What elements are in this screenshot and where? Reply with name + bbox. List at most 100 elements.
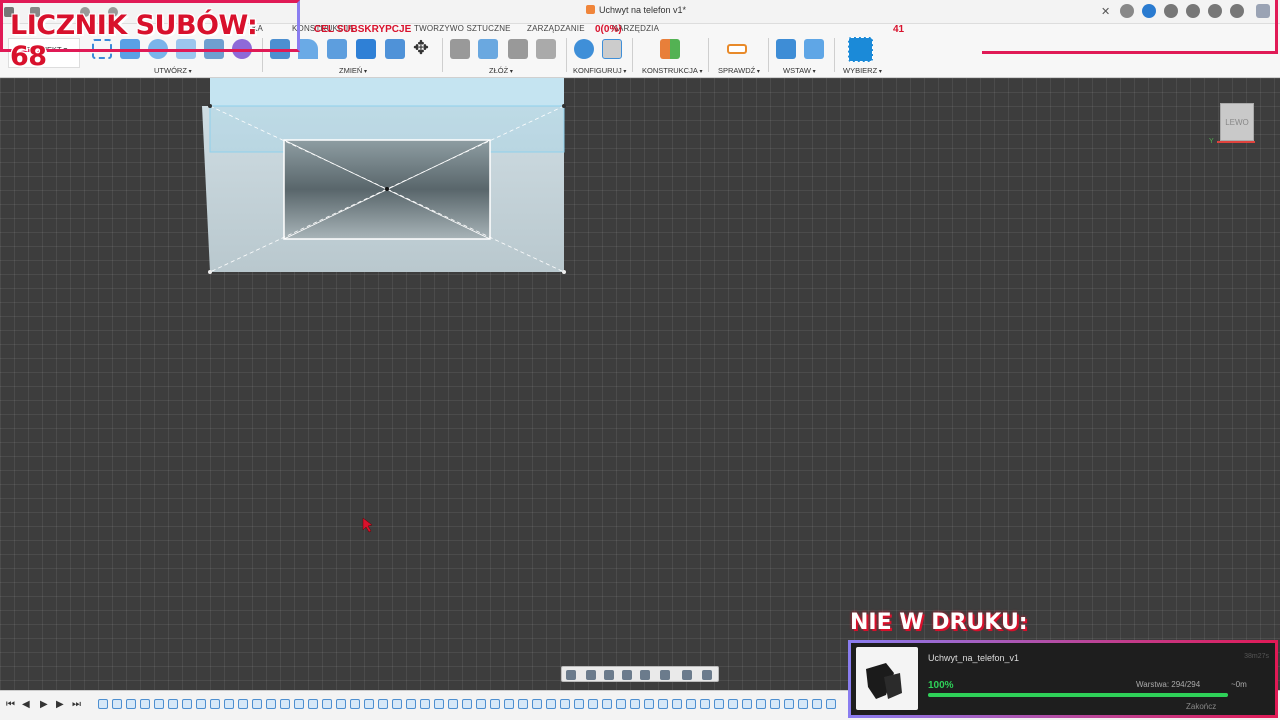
timeline-feature-icon[interactable] (644, 699, 654, 709)
timeline-feature-icon[interactable] (98, 699, 108, 709)
play-icon[interactable]: ▶ (40, 699, 48, 710)
timeline-feature-icon[interactable] (546, 699, 556, 709)
group-konstrukcja[interactable]: KONSTRUKCJA (642, 66, 703, 75)
timeline-feature-icon[interactable] (476, 699, 486, 709)
timeline-feature-icon[interactable] (686, 699, 696, 709)
timeline-feature-icon[interactable] (336, 699, 346, 709)
timeline-feature-icon[interactable] (308, 699, 318, 709)
group-zmien[interactable]: ZMIEŃ (339, 66, 367, 75)
measure-icon[interactable] (727, 44, 747, 54)
timeline-feature-icon[interactable] (420, 699, 430, 709)
divider (768, 38, 769, 72)
timeline-feature-icon[interactable] (140, 699, 150, 709)
group-wybierz[interactable]: WYBIERZ (843, 66, 882, 75)
timeline-feature-icon[interactable] (798, 699, 808, 709)
timeline-feature-icon[interactable] (616, 699, 626, 709)
fillet-icon[interactable] (298, 39, 318, 59)
timeline-feature-icon[interactable] (154, 699, 164, 709)
timeline-feature-icon[interactable] (560, 699, 570, 709)
viewcube[interactable]: LEWO (1220, 103, 1254, 141)
configuration-table-icon[interactable] (602, 39, 622, 59)
group-zloz[interactable]: ZŁÓŻ (489, 66, 513, 75)
look-at-icon[interactable] (586, 670, 596, 680)
insert-derive-icon[interactable] (776, 39, 796, 59)
timeline-feature-icon[interactable] (182, 699, 192, 709)
offset-plane-icon[interactable] (660, 39, 680, 59)
step-back-icon[interactable]: ◀ (22, 699, 30, 710)
timeline-feature-icon[interactable] (700, 699, 710, 709)
move-icon[interactable]: ✥ (413, 39, 429, 59)
go-to-start-icon[interactable]: ⏮ (6, 699, 15, 710)
timeline-feature-icon[interactable] (672, 699, 682, 709)
timeline-feature-icon[interactable] (126, 699, 136, 709)
timeline-feature-icon[interactable] (210, 699, 220, 709)
timeline-feature-icon[interactable] (630, 699, 640, 709)
timeline-feature-icon[interactable] (742, 699, 752, 709)
timeline-feature-icon[interactable] (392, 699, 402, 709)
bill-of-materials-icon[interactable] (536, 39, 556, 59)
timeline-feature-icon[interactable] (364, 699, 374, 709)
joint-icon[interactable] (450, 39, 470, 59)
timeline-feature-icon[interactable] (196, 699, 206, 709)
timeline-feature-icon[interactable] (448, 699, 458, 709)
fit-icon[interactable] (640, 670, 650, 680)
timeline-feature-icon[interactable] (602, 699, 612, 709)
select-icon[interactable] (848, 37, 873, 62)
timeline-feature-icon[interactable] (252, 699, 262, 709)
display-settings-icon[interactable] (660, 670, 670, 680)
timeline-feature-icon[interactable] (518, 699, 528, 709)
timeline-feature-icon[interactable] (434, 699, 444, 709)
divider (632, 38, 633, 72)
timeline-feature-icon[interactable] (462, 699, 472, 709)
timeline-feature-icon[interactable] (812, 699, 822, 709)
group-sprawdz[interactable]: SPRAWDŹ (718, 66, 760, 75)
print-progress-fill (928, 693, 1228, 697)
timeline-feature-icon[interactable] (378, 699, 388, 709)
timeline-feature-icon[interactable] (238, 699, 248, 709)
timeline-feature-icon[interactable] (770, 699, 780, 709)
timeline-feature-icon[interactable] (224, 699, 234, 709)
go-to-end-icon[interactable]: ⏭ (72, 699, 81, 710)
shell-icon[interactable] (327, 39, 347, 59)
combine-icon[interactable] (356, 39, 376, 59)
timeline-feature-icon[interactable] (322, 699, 332, 709)
timeline-feature-icon[interactable] (350, 699, 360, 709)
timeline-feature-icon[interactable] (280, 699, 290, 709)
tab-zarzadzanie[interactable]: ZARZĄDZANIE (527, 24, 585, 33)
timeline-feature-icon[interactable] (826, 699, 836, 709)
timeline-feature-icon[interactable] (756, 699, 766, 709)
timeline-feature-icon[interactable] (588, 699, 598, 709)
timeline-feature-icon[interactable] (784, 699, 794, 709)
tab-tworzywo-sztuczne[interactable]: TWORZYWO SZTUCZNE (414, 24, 511, 33)
as-built-joint-icon[interactable] (508, 39, 528, 59)
timeline-feature-icon[interactable] (532, 699, 542, 709)
timeline-feature-icon[interactable] (168, 699, 178, 709)
group-utworz[interactable]: UTWÓRZ (154, 66, 192, 75)
split-face-icon[interactable] (385, 39, 405, 59)
timeline-feature-icon[interactable] (658, 699, 668, 709)
timeline-feature-icon[interactable] (266, 699, 276, 709)
grid-settings-icon[interactable] (682, 670, 692, 680)
sketch-point (208, 270, 212, 274)
configure-icon[interactable] (574, 39, 594, 59)
divider (834, 38, 835, 72)
timeline-feature-icon[interactable] (504, 699, 514, 709)
timeline-feature-icon[interactable] (714, 699, 724, 709)
timeline-feature-icon[interactable] (728, 699, 738, 709)
viewport-canvas[interactable] (0, 78, 1280, 690)
orbit-icon[interactable] (566, 670, 576, 680)
group-wstaw[interactable]: WSTAW (783, 66, 816, 75)
pan-icon[interactable] (604, 670, 614, 680)
timeline-feature-icon[interactable] (294, 699, 304, 709)
group-konfiguruj[interactable]: KONFIGURUJ (573, 66, 626, 75)
timeline-feature-icon[interactable] (574, 699, 584, 709)
step-forward-icon[interactable]: ▶ (56, 699, 64, 710)
zoom-icon[interactable] (622, 670, 632, 680)
viewports-icon[interactable] (702, 670, 712, 680)
new-component-icon[interactable] (478, 39, 498, 59)
timeline-feature-icon[interactable] (112, 699, 122, 709)
sketch-point (562, 104, 566, 108)
timeline-feature-icon[interactable] (406, 699, 416, 709)
timeline-feature-icon[interactable] (490, 699, 500, 709)
insert-image-icon[interactable] (804, 39, 824, 59)
